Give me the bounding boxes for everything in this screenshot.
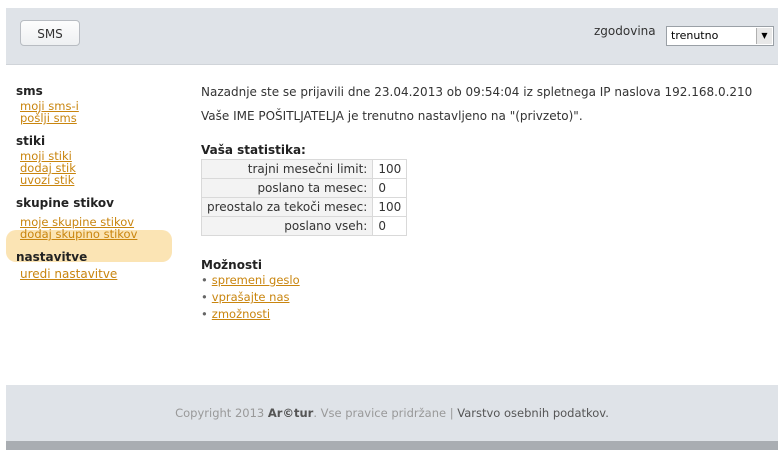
bullet-icon: •	[201, 273, 208, 287]
sidebar-section-settings: nastavitve uredi nastavitve	[16, 250, 176, 280]
list-item: • spremeni geslo	[201, 272, 778, 289]
stats-title: Vaša statistika:	[201, 143, 306, 157]
stat-label: trajni mesečni limit:	[200, 159, 374, 179]
stat-value: 100	[372, 159, 408, 179]
list-item: • vprašajte nas	[201, 289, 778, 306]
chevron-down-icon[interactable]: ▼	[756, 28, 772, 44]
stat-value: 100	[372, 197, 408, 217]
change-password-link[interactable]: spremeni geslo	[212, 273, 300, 287]
left-frame	[0, 0, 6, 450]
stats-table: trajni mesečni limit: 100 poslano ta mes…	[200, 159, 408, 236]
main-content: Nazadnje ste se prijavili dne 23.04.2013…	[200, 85, 778, 323]
last-login-text: Nazadnje ste se prijavili dne 23.04.2013…	[201, 85, 753, 99]
privacy-link[interactable]: Varstvo osebnih podatkov.	[457, 406, 609, 420]
sidebar-section-sms: sms moji sms-i pošlji sms	[16, 84, 176, 124]
footer: Copyright 2013 Ar©tur. Vse pravice pridr…	[6, 385, 778, 441]
table-row: poslano vseh: 0	[200, 216, 408, 236]
ask-us-link[interactable]: vprašajte nas	[212, 290, 290, 304]
bullet-icon: •	[201, 290, 208, 304]
sender-name-text: Vaše IME POŠITLJATELJA je trenutno nasta…	[201, 109, 583, 123]
sidebar: sms moji sms-i pošlji sms stiki moji sti…	[16, 80, 176, 280]
sidebar-heading-groups: skupine stikov	[16, 196, 114, 210]
sidebar-link-edit-settings[interactable]: uredi nastavitve	[16, 268, 176, 280]
history-label: zgodovina	[594, 24, 656, 38]
footer-separator: |	[449, 406, 454, 420]
sidebar-heading-contacts: stiki	[16, 134, 46, 148]
sidebar-section-groups: skupine stikov moje skupine stikov dodaj…	[16, 196, 176, 240]
bullet-icon: •	[201, 307, 208, 321]
table-row: poslano ta mesec: 0	[200, 178, 408, 198]
options-title: Možnosti	[201, 258, 262, 272]
table-row: trajni mesečni limit: 100	[200, 159, 408, 179]
stat-label: poslano vseh:	[200, 216, 374, 236]
table-row: preostalo za tekoči mesec: 100	[200, 197, 408, 217]
stat-value: 0	[372, 178, 408, 198]
history-select-value: trenutno	[671, 29, 719, 42]
stat-value: 0	[372, 216, 408, 236]
footer-copyright: Copyright 2013	[175, 406, 265, 420]
sidebar-heading-settings: nastavitve	[16, 250, 88, 264]
header-bar: SMS zgodovina trenutno ▼	[6, 8, 778, 65]
sidebar-link-send-sms[interactable]: pošlji sms	[16, 112, 176, 124]
list-item: • zmožnosti	[201, 306, 778, 323]
features-link[interactable]: zmožnosti	[212, 307, 270, 321]
sms-button[interactable]: SMS	[20, 20, 80, 46]
sidebar-link-import-contact[interactable]: uvozi stik	[16, 174, 176, 186]
footer-brand: Ar©tur	[267, 406, 314, 420]
stat-label: preostalo za tekoči mesec:	[200, 197, 374, 217]
history-select[interactable]: trenutno ▼	[666, 26, 774, 46]
bottom-strip	[6, 441, 778, 450]
footer-rights: . Vse pravice pridržane	[313, 406, 447, 420]
stat-label: poslano ta mesec:	[200, 178, 374, 198]
sidebar-link-add-group[interactable]: dodaj skupino stikov	[16, 228, 176, 240]
options-list: • spremeni geslo • vprašajte nas • zmožnost…	[201, 272, 778, 323]
sidebar-heading-sms: sms	[16, 84, 43, 98]
sidebar-section-contacts: stiki moji stiki dodaj stik uvozi stik	[16, 134, 176, 186]
